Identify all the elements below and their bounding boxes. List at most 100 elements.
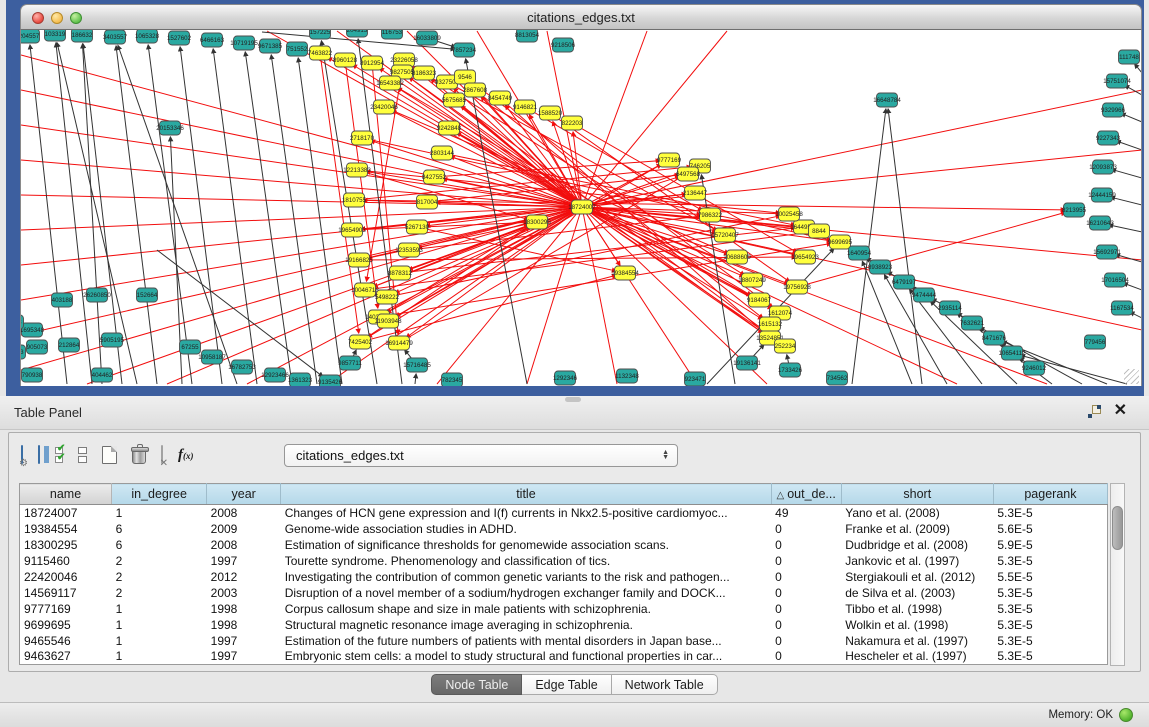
minimize-window-icon[interactable]: [51, 12, 63, 24]
graph-node[interactable]: 9227343: [1096, 131, 1121, 145]
table-row[interactable]: 977716911998Corpus callosum shape and si…: [20, 601, 1108, 617]
graph-node[interactable]: 9546: [455, 70, 476, 84]
graph-node[interactable]: 6466163: [200, 33, 225, 47]
graph-node[interactable]: 1167534: [1110, 301, 1134, 315]
graph-node[interactable]: 8471676: [982, 331, 1007, 345]
graph-node[interactable]: 2867608: [463, 83, 488, 97]
graph-node[interactable]: 19136141: [733, 356, 761, 370]
graph-node[interactable]: 5675685: [442, 93, 467, 107]
graph-node[interactable]: 16543382: [376, 76, 404, 90]
new-table-icon[interactable]: [102, 446, 117, 464]
zoom-window-icon[interactable]: [70, 12, 82, 24]
graph-node[interactable]: 10654112: [998, 346, 1026, 360]
column-header[interactable]: short: [841, 484, 993, 505]
graph-node[interactable]: 6497568: [676, 167, 701, 181]
table-settings-icon[interactable]: [21, 446, 23, 464]
graph-node[interactable]: 779456: [1085, 335, 1106, 349]
table-row[interactable]: 1872400712008Changes of HCN gene express…: [20, 505, 1108, 521]
graph-node[interactable]: 1132348: [615, 369, 639, 383]
graph-node[interactable]: 8912954: [360, 56, 385, 70]
graph-node[interactable]: 8427552: [422, 170, 447, 184]
graph-node[interactable]: 404462: [92, 368, 113, 382]
graph-node[interactable]: 1810755: [342, 193, 367, 207]
column-header[interactable]: year: [207, 484, 281, 505]
graph-node[interactable]: 1640954: [847, 246, 872, 260]
network-window-titlebar[interactable]: citations_edges.txt: [20, 4, 1142, 30]
delete-table-icon[interactable]: [132, 449, 146, 464]
graph-node[interactable]: 5498222: [375, 290, 400, 304]
graph-node[interactable]: 8454749: [488, 91, 513, 105]
select-column-icon[interactable]: [38, 446, 40, 464]
float-panel-icon[interactable]: [1088, 405, 1101, 418]
memory-ok-indicator-icon[interactable]: [1119, 708, 1133, 722]
graph-node[interactable]: 12093873: [1089, 160, 1117, 174]
graph-node[interactable]: 5267130: [405, 220, 430, 234]
graph-node[interactable]: 204557: [21, 30, 40, 43]
graph-node[interactable]: 15751074: [1103, 74, 1131, 88]
graph-node[interactable]: 1615132: [758, 317, 783, 331]
graph-node[interactable]: 15720407: [711, 228, 739, 242]
table-scrollbar[interactable]: [1110, 483, 1125, 666]
graph-node[interactable]: 5905195: [100, 333, 125, 347]
panel-divider-handle[interactable]: [565, 397, 581, 402]
column-header[interactable]: △out_de...: [771, 484, 841, 505]
graph-node[interactable]: 1695348: [21, 323, 45, 337]
graph-node[interactable]: 42178: [21, 315, 24, 329]
graph-node[interactable]: 822203: [562, 116, 583, 130]
graph-node[interactable]: 8960128: [333, 53, 358, 67]
network-canvas[interactable]: 1872400774638228960128891295423226058982…: [20, 30, 1142, 386]
graph-node[interactable]: 7857234: [452, 43, 477, 57]
graph-node[interactable]: 1588520: [538, 106, 563, 120]
table-row[interactable]: 1456911722003Disruption of a novel membe…: [20, 585, 1108, 601]
graph-node[interactable]: 2935114: [938, 301, 962, 315]
graph-node[interactable]: 8878312: [388, 266, 413, 280]
graph-node[interactable]: 16953: [21, 345, 26, 359]
graph-node[interactable]: 1527602: [167, 31, 192, 45]
graph-node[interactable]: 16648784: [873, 93, 901, 107]
graph-node[interactable]: 9246012: [1022, 361, 1047, 375]
column-header[interactable]: title: [281, 484, 771, 505]
table-row[interactable]: 946362711997Embryonic stem cells: a mode…: [20, 649, 1108, 665]
graph-node[interactable]: 1292346: [553, 371, 578, 385]
graph-node[interactable]: 152664: [137, 288, 158, 302]
graph-node[interactable]: 16914479: [385, 336, 413, 350]
graph-node[interactable]: 11903948: [374, 314, 402, 328]
graph-node[interactable]: 18724007: [568, 200, 596, 214]
graph-node[interactable]: 9671385: [258, 39, 283, 53]
graph-node[interactable]: 3403557: [103, 30, 128, 44]
graph-node[interactable]: 9857711: [338, 356, 362, 370]
graph-node[interactable]: 157225: [310, 30, 331, 39]
close-window-icon[interactable]: [32, 12, 44, 24]
graph-node[interactable]: 10688609: [723, 250, 751, 264]
graph-node[interactable]: 12444159: [1088, 188, 1116, 202]
window-resize-grip[interactable]: [1124, 369, 1139, 384]
graph-node[interactable]: 17016504: [1101, 273, 1129, 287]
graph-node[interactable]: 7425402: [348, 335, 373, 349]
tab-edge-table[interactable]: Edge Table: [522, 674, 611, 695]
graph-node[interactable]: 9329966: [1101, 103, 1126, 117]
graph-node[interactable]: 204913: [347, 30, 368, 37]
table-header-row[interactable]: namein_degreeyeartitle△out_de...shortpag…: [20, 484, 1108, 505]
tab-network-table[interactable]: Network Table: [612, 674, 718, 695]
graph-node[interactable]: 19384554: [611, 266, 639, 280]
graph-node[interactable]: 19654903: [338, 223, 366, 237]
graph-node[interactable]: 19654923: [791, 250, 819, 264]
table-row[interactable]: 946554611997Estimation of the future num…: [20, 633, 1108, 649]
graph-node[interactable]: 8844: [809, 224, 830, 238]
graph-node[interactable]: 1065328: [135, 30, 160, 43]
node-table[interactable]: namein_degreeyeartitle△out_de...shortpag…: [19, 483, 1108, 665]
graph-node[interactable]: 252234: [775, 339, 796, 353]
graph-node[interactable]: 19756928: [783, 280, 811, 294]
graph-node[interactable]: 2718170: [350, 131, 375, 145]
graph-node[interactable]: 9242848: [437, 121, 462, 135]
graph-node[interactable]: 9135426: [318, 375, 343, 386]
graph-node[interactable]: 817004: [417, 195, 438, 209]
graph-node[interactable]: 15716485: [403, 358, 431, 372]
select-all-icon[interactable]: [55, 447, 63, 463]
graph-node[interactable]: 19166825: [345, 253, 373, 267]
graph-node[interactable]: 20153346: [156, 121, 184, 135]
graph-node[interactable]: 6479197: [892, 275, 917, 289]
graph-node[interactable]: 8813054: [515, 30, 540, 42]
graph-node[interactable]: 186632: [72, 30, 93, 42]
graph-node[interactable]: 103319: [45, 30, 66, 41]
